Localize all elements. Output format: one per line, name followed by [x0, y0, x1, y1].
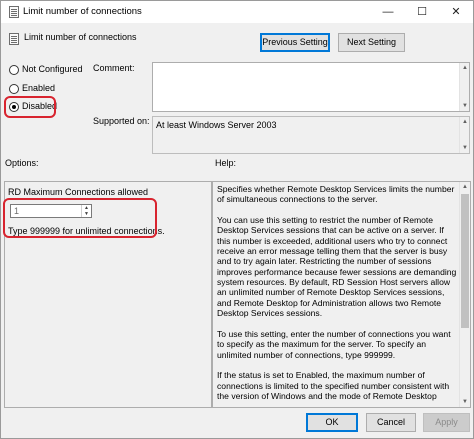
radio-label: Not Configured: [22, 64, 83, 74]
scroll-up-icon[interactable]: ▲: [460, 182, 470, 192]
scroll-up-icon[interactable]: ▲: [460, 63, 470, 73]
help-panel: Specifies whether Remote Desktop Service…: [212, 181, 471, 408]
highlight-annotation-disabled: [4, 96, 56, 118]
highlight-annotation-options: [3, 198, 157, 238]
help-paragraph: If the status is set to Enabled, the max…: [217, 370, 450, 401]
radio-button-icon[interactable]: [9, 65, 19, 75]
scroll-down-icon[interactable]: ▼: [460, 101, 470, 111]
scroll-down-icon[interactable]: ▼: [460, 143, 470, 153]
help-paragraph: You can use this setting to restrict the…: [217, 215, 457, 319]
supported-scrollbar[interactable]: ▲ ▼: [459, 117, 469, 153]
help-text: Specifies whether Remote Desktop Service…: [217, 184, 457, 412]
title-bar[interactable]: Limit number of connections — ☐ ✕: [1, 1, 473, 23]
maximize-button[interactable]: ☐: [405, 1, 439, 23]
previous-setting-button[interactable]: Previous Setting: [260, 33, 330, 52]
cancel-button[interactable]: Cancel: [366, 413, 416, 432]
radio-button-icon[interactable]: [9, 84, 19, 94]
minimize-button[interactable]: —: [371, 1, 405, 23]
setting-title: Limit number of connections: [24, 32, 137, 42]
max-connections-label: RD Maximum Connections allowed: [8, 187, 149, 197]
scroll-up-icon[interactable]: ▲: [460, 117, 470, 127]
close-button[interactable]: ✕: [439, 1, 473, 23]
scroll-thumb[interactable]: [461, 194, 469, 328]
options-heading: Options:: [5, 158, 39, 168]
supported-on-value: At least Windows Server 2003: [156, 120, 277, 130]
help-paragraph: To use this setting, enter the number of…: [217, 328, 451, 360]
supported-on-label: Supported on:: [93, 116, 150, 126]
help-paragraph: Specifies whether Remote Desktop Service…: [217, 184, 455, 205]
radio-label: Enabled: [22, 83, 56, 93]
window-title: Limit number of connections: [23, 6, 142, 17]
setting-document-icon: [9, 33, 19, 45]
ok-button[interactable]: OK: [306, 413, 358, 432]
help-heading: Help:: [215, 158, 237, 168]
scroll-down-icon[interactable]: ▼: [460, 397, 470, 407]
comment-label: Comment:: [93, 63, 135, 73]
help-scrollbar[interactable]: ▲ ▼: [459, 182, 470, 407]
comment-scrollbar[interactable]: ▲ ▼: [459, 63, 469, 111]
policy-document-icon: [9, 6, 19, 18]
dialog-window: Limit number of connections — ☐ ✕ Limit …: [0, 0, 474, 439]
next-setting-button[interactable]: Next Setting: [338, 33, 405, 52]
apply-button[interactable]: Apply: [423, 413, 470, 432]
supported-on-field: At least Windows Server 2003 ▲ ▼: [152, 116, 470, 154]
comment-field[interactable]: ▲ ▼: [152, 62, 470, 112]
